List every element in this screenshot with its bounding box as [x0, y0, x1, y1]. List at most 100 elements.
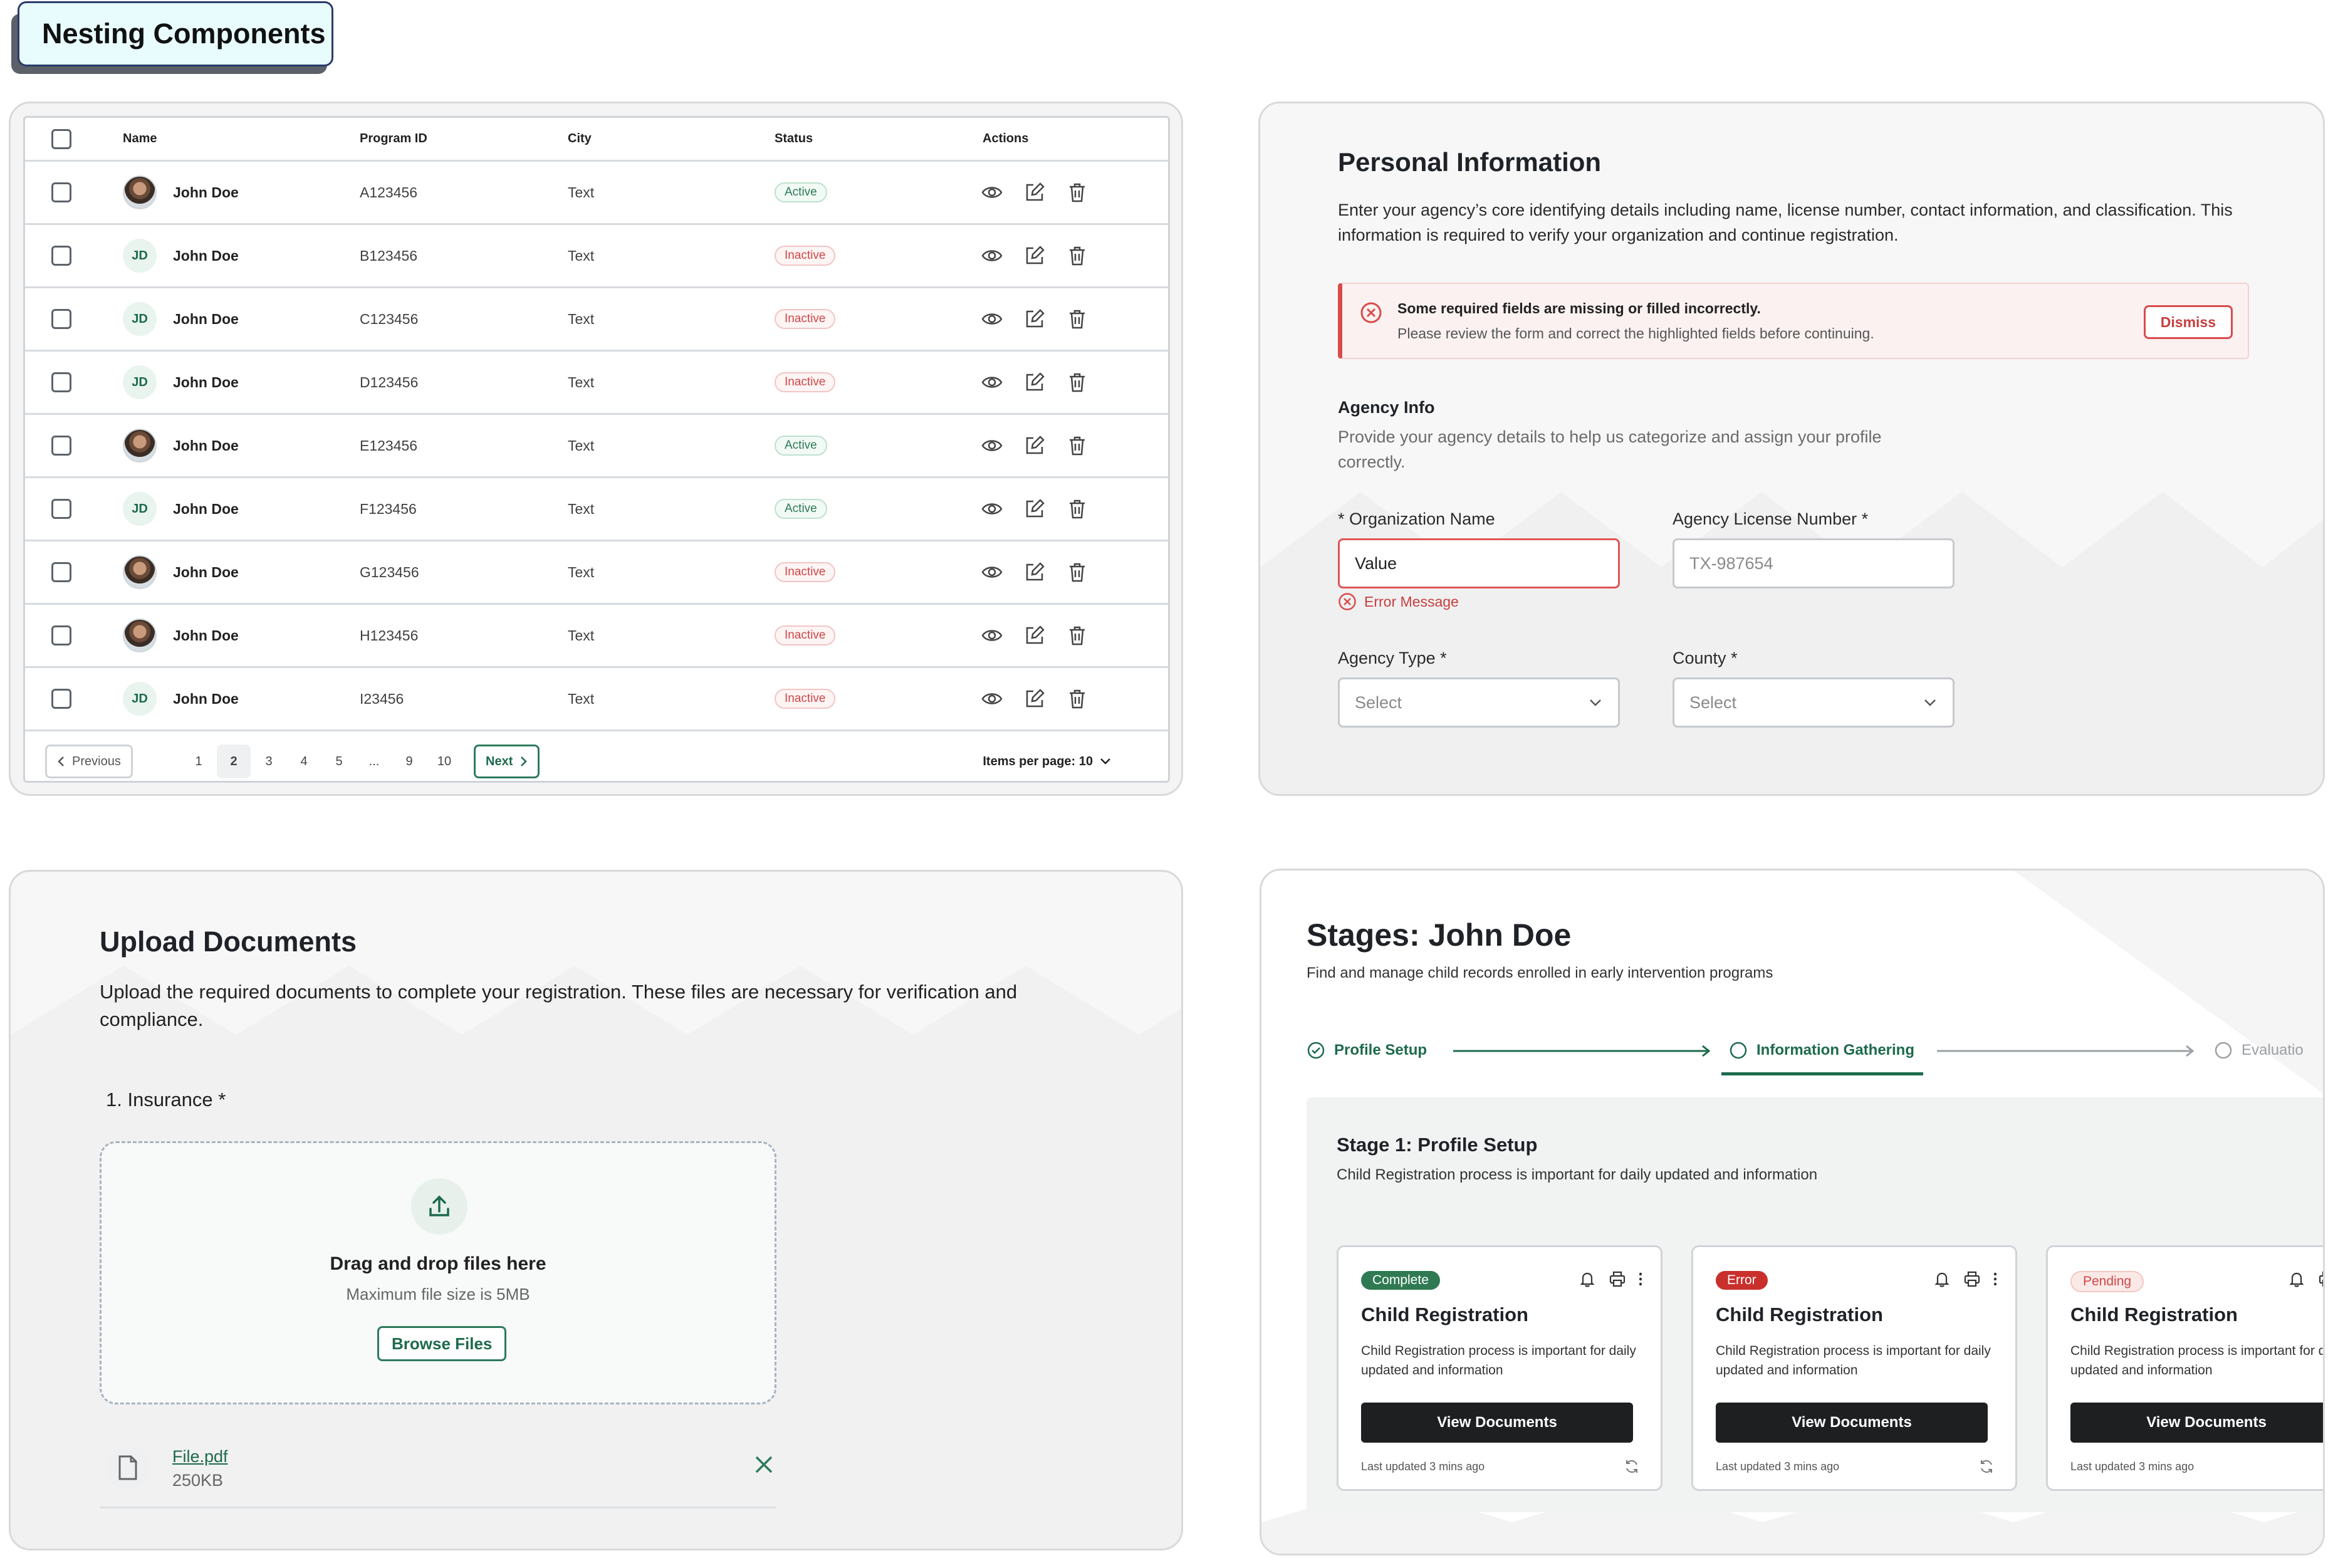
avatar: JD	[123, 302, 157, 336]
view-documents-button[interactable]: View Documents	[2070, 1403, 2323, 1443]
county-value: Select	[1689, 693, 1737, 712]
page-title: Nesting Components	[18, 1, 333, 66]
browse-files-button[interactable]: Browse Files	[377, 1326, 507, 1361]
circle-icon	[2215, 1042, 2232, 1059]
file-dropzone[interactable]: Drag and drop files here Maximum file si…	[100, 1141, 776, 1404]
trash-icon[interactable]	[1065, 244, 1089, 268]
view-documents-button[interactable]: View Documents	[1716, 1403, 1988, 1443]
more-vertical-icon[interactable]	[1638, 1272, 1643, 1290]
license-number-input[interactable]: TX-987654	[1673, 538, 1955, 588]
page-number-3[interactable]: 3	[252, 745, 286, 778]
avatar	[123, 429, 157, 463]
page-number-1[interactable]: 1	[182, 745, 216, 778]
edit-icon[interactable]	[1023, 434, 1046, 457]
printer-icon[interactable]	[2317, 1270, 2323, 1292]
bell-icon[interactable]	[1578, 1270, 1597, 1292]
table-header: Name Program ID City Status Actions	[25, 118, 1168, 162]
row-checkbox[interactable]	[51, 246, 71, 266]
edit-icon[interactable]	[1023, 370, 1046, 394]
view-documents-button[interactable]: View Documents	[1361, 1403, 1633, 1443]
trash-icon[interactable]	[1065, 624, 1089, 647]
row-name: John Doe	[173, 563, 239, 580]
eye-icon[interactable]	[980, 434, 1004, 457]
card-status-badge: Pending	[2070, 1271, 2144, 1292]
eye-icon[interactable]	[980, 560, 1004, 584]
row-checkbox[interactable]	[51, 372, 71, 392]
edit-icon[interactable]	[1023, 307, 1046, 331]
edit-icon[interactable]	[1023, 560, 1046, 584]
organization-name-input[interactable]: Value	[1338, 538, 1620, 588]
page-number-10[interactable]: 10	[427, 745, 461, 778]
printer-icon[interactable]	[1963, 1270, 1981, 1292]
row-checkbox[interactable]	[51, 309, 71, 329]
file-name-link[interactable]: File.pdf	[172, 1447, 228, 1466]
step-profile-setup[interactable]: Profile Setup	[1307, 1041, 1427, 1060]
eye-icon[interactable]	[980, 624, 1004, 647]
bell-icon[interactable]	[2287, 1270, 2306, 1292]
next-page-button[interactable]: Next	[474, 745, 540, 778]
step-label: Profile Setup	[1334, 1042, 1427, 1058]
agency-type-select[interactable]: Select	[1338, 677, 1620, 728]
trash-icon[interactable]	[1065, 560, 1089, 584]
eye-icon[interactable]	[980, 307, 1004, 331]
items-per-page-select[interactable]: Items per page: 10	[983, 745, 1112, 778]
check-circle-icon	[1307, 1042, 1325, 1059]
bell-icon[interactable]	[1933, 1270, 1951, 1292]
row-checkbox[interactable]	[51, 182, 71, 202]
row-name: John Doe	[173, 627, 239, 644]
select-all-checkbox[interactable]	[51, 128, 71, 149]
alert-title: Some required fields are missing or fill…	[1397, 300, 1761, 316]
chevron-left-icon	[58, 756, 64, 766]
edit-icon[interactable]	[1023, 497, 1046, 521]
trash-icon[interactable]	[1065, 180, 1089, 204]
pagination-ellipsis: ...	[368, 754, 380, 768]
page-number-9[interactable]: 9	[392, 745, 426, 778]
avatar: JD	[123, 682, 157, 716]
row-city: Text	[568, 500, 595, 517]
edit-icon[interactable]	[1023, 244, 1046, 268]
table-row: JD John Doe C123456 Text Inactive	[25, 288, 1168, 352]
previous-page-button[interactable]: Previous	[45, 745, 133, 778]
eye-icon[interactable]	[980, 244, 1004, 268]
eye-icon[interactable]	[980, 687, 1004, 711]
page-number-5[interactable]: 5	[322, 745, 356, 778]
step-information-gathering[interactable]: Information Gathering	[1729, 1041, 1914, 1060]
more-vertical-icon[interactable]	[1993, 1272, 1998, 1290]
dismiss-button[interactable]: Dismiss	[2143, 305, 2233, 339]
trash-icon[interactable]	[1065, 434, 1089, 457]
trash-icon[interactable]	[1065, 497, 1089, 521]
refresh-icon[interactable]	[1978, 1458, 1995, 1478]
step-evaluation[interactable]: Evaluatio	[2214, 1041, 2304, 1060]
trash-icon[interactable]	[1065, 370, 1089, 394]
row-checkbox[interactable]	[51, 689, 71, 709]
file-size: 250KB	[172, 1471, 224, 1490]
column-header-program-id: Program ID	[360, 132, 427, 145]
trash-icon[interactable]	[1065, 687, 1089, 711]
eye-icon[interactable]	[980, 180, 1004, 204]
row-city: Text	[568, 627, 595, 644]
avatar: JD	[123, 365, 157, 399]
row-checkbox[interactable]	[51, 562, 71, 582]
printer-icon[interactable]	[1608, 1270, 1627, 1292]
row-program-id: D123456	[360, 374, 419, 390]
row-checkbox[interactable]	[51, 436, 71, 456]
edit-icon[interactable]	[1023, 624, 1046, 647]
eye-icon[interactable]	[980, 370, 1004, 394]
page-number-4[interactable]: 4	[287, 745, 321, 778]
row-checkbox[interactable]	[51, 499, 71, 519]
organization-name-error: Error Message	[1338, 592, 1459, 611]
row-name: John Doe	[173, 374, 239, 390]
edit-icon[interactable]	[1023, 180, 1046, 204]
column-header-city: City	[568, 132, 592, 145]
trash-icon[interactable]	[1065, 307, 1089, 331]
dropzone-hint: Maximum file size is 5MB	[346, 1285, 530, 1304]
edit-icon[interactable]	[1023, 687, 1046, 711]
eye-icon[interactable]	[980, 497, 1004, 521]
row-actions	[980, 288, 1089, 350]
remove-file-icon[interactable]	[751, 1452, 776, 1477]
page-number-2[interactable]: 2	[217, 745, 251, 778]
county-select[interactable]: Select	[1673, 677, 1955, 728]
status-badge: Inactive	[775, 246, 836, 266]
row-checkbox[interactable]	[51, 625, 71, 645]
refresh-icon[interactable]	[1623, 1458, 1641, 1478]
